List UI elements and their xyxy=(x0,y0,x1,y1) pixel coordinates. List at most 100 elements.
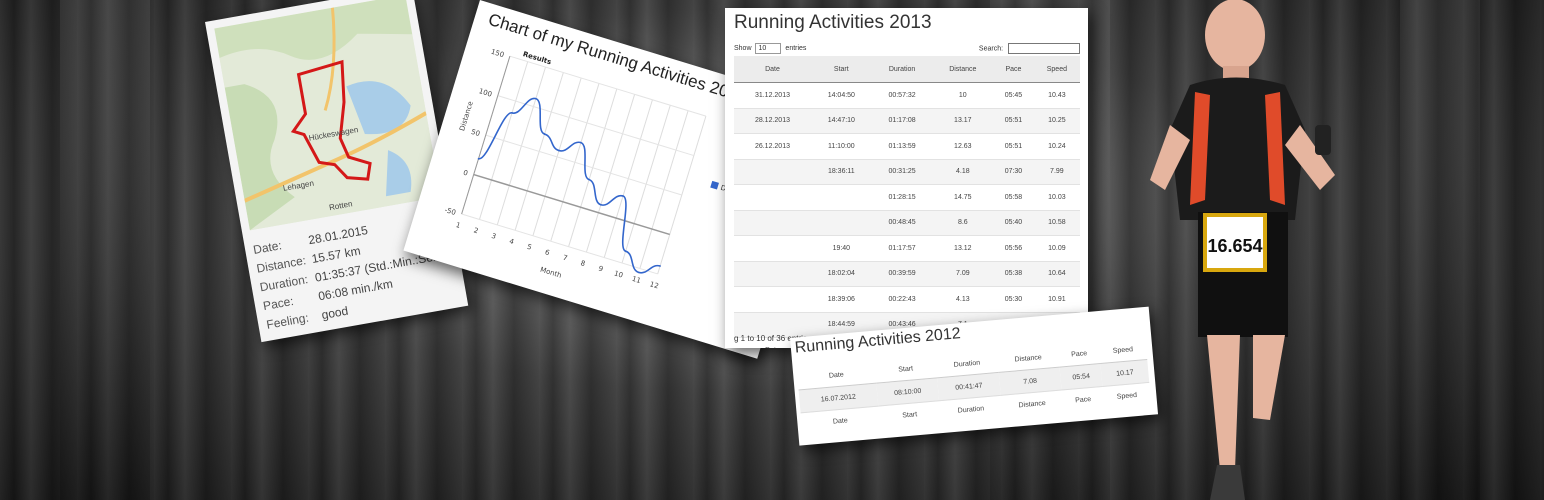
table-cell xyxy=(734,210,811,236)
table-cell: 00:31:25 xyxy=(871,159,933,185)
y-tick-label: 150 xyxy=(490,48,505,60)
search-label: Search: xyxy=(978,45,1004,53)
table-cell: 00:39:59 xyxy=(871,261,933,287)
x-tick-label: 9 xyxy=(597,265,604,274)
table-cell: 05:30 xyxy=(993,286,1034,313)
x-tick-label: 6 xyxy=(544,248,551,257)
column-footer: Distance xyxy=(1000,390,1064,418)
table-cell: 10.09 xyxy=(1033,235,1080,262)
x-tick-label: 1 xyxy=(455,221,462,230)
runner-photo: 16.654 xyxy=(1150,0,1335,500)
table-cell: 8.6 xyxy=(932,210,994,236)
info-value: good xyxy=(320,303,350,322)
table-row[interactable]: 01:28:15 14.75 05:58 10.03 xyxy=(734,184,1080,211)
table-cell: 18:39:06 xyxy=(810,286,872,313)
table-cell xyxy=(734,159,811,185)
table-cell: 01:17:08 xyxy=(871,108,933,134)
column-footer: Pace xyxy=(1061,386,1105,413)
x-tick-label: 7 xyxy=(562,254,569,263)
table-row[interactable]: 19:40 01:17:57 13.12 05:56 10.09 xyxy=(734,235,1080,262)
legend-swatch xyxy=(710,180,719,190)
table-cell: 05:51 xyxy=(993,133,1034,160)
y-tick-label: 50 xyxy=(470,128,481,138)
route-map[interactable]: Hückeswagen Lehagen Rotten xyxy=(214,0,441,231)
table-cell: 05:56 xyxy=(993,235,1034,262)
column-footer: Start xyxy=(878,400,942,429)
table-cell: 01:17:57 xyxy=(871,235,933,262)
table-cell xyxy=(734,184,811,211)
x-tick-label: 12 xyxy=(649,280,660,290)
table-row[interactable]: 18:36:11 00:31:25 4.18 07:30 7.99 xyxy=(734,159,1080,185)
table-cell: 10.25 xyxy=(1033,108,1080,134)
table-cell: 01:13:59 xyxy=(871,133,933,160)
table-cell: 28.12.2013 xyxy=(734,108,811,134)
x-tick-label: 8 xyxy=(580,259,587,268)
background-streak xyxy=(60,0,150,500)
table-cell: 13.12 xyxy=(932,235,994,262)
table-cell: 10.64 xyxy=(1033,261,1080,287)
y-tick-label: 100 xyxy=(478,87,493,99)
x-axis-label: Month xyxy=(539,266,562,280)
x-tick-label: 2 xyxy=(473,226,480,235)
x-tick-label: 4 xyxy=(508,237,515,246)
table-row[interactable]: 28.12.2013 14:47:10 01:17:08 13.17 05:51 10.2… xyxy=(734,108,1080,134)
table-cell xyxy=(734,235,811,262)
entries-select[interactable]: 10 xyxy=(755,43,782,54)
table-cell: 7.09 xyxy=(932,261,994,287)
table-cell: 31.12.2013 xyxy=(734,82,811,109)
table-cell: 10.91 xyxy=(1033,286,1080,313)
table-cell: 7.99 xyxy=(1033,159,1080,185)
background-streak xyxy=(1400,0,1480,500)
table-cell: 13.17 xyxy=(932,108,994,134)
table-row[interactable]: 18:02:04 00:39:59 7.09 05:38 10.64 xyxy=(734,261,1080,287)
column-header[interactable]: Start xyxy=(810,56,872,83)
table-cell: 14.75 xyxy=(932,184,994,211)
table-row[interactable]: 18:39:06 00:22:43 4.13 05:30 10.91 xyxy=(734,286,1080,313)
table-cell: 05:45 xyxy=(993,82,1034,109)
table-cell: 07:30 xyxy=(993,159,1034,185)
table-cell: 14:04:50 xyxy=(810,82,872,109)
table-cell: 05:38 xyxy=(993,261,1034,287)
table-cell: 10.43 xyxy=(1033,82,1080,109)
y-tick-label: 0 xyxy=(462,169,469,178)
column-header[interactable]: Date xyxy=(734,56,811,83)
table-row[interactable]: 26.12.2013 11:10:00 01:13:59 12.63 05:51 10.2… xyxy=(734,133,1080,160)
table-cell: 05:58 xyxy=(993,184,1034,211)
y-tick-label: -50 xyxy=(443,206,456,217)
table-cell xyxy=(810,184,872,211)
table-cell: 18:02:04 xyxy=(810,261,872,287)
table-cell: 10.24 xyxy=(1033,133,1080,160)
table-cell: 10.58 xyxy=(1033,210,1080,236)
table-cell: 00:48:45 xyxy=(871,210,933,236)
column-header[interactable]: Distance xyxy=(932,56,994,83)
table-cell xyxy=(810,210,872,236)
results-label: Results xyxy=(522,50,552,66)
table-cell: 11:10:00 xyxy=(810,133,872,160)
activities-2013-card: Running Activities 2013 Show 10 entries … xyxy=(725,8,1088,348)
table-cell: 4.13 xyxy=(932,286,994,313)
column-header[interactable]: Duration xyxy=(871,56,933,83)
table-cell: 14:47:10 xyxy=(810,108,872,134)
table-title: Running Activities 2013 xyxy=(734,12,932,33)
table-cell: 18:36:11 xyxy=(810,159,872,185)
table-cell: 26.12.2013 xyxy=(734,133,811,160)
entries-length-control: Show 10 entries xyxy=(734,43,806,54)
column-footer: Duration xyxy=(939,395,1003,424)
table-cell xyxy=(734,286,811,313)
table-row[interactable]: 31.12.2013 14:04:50 00:57:32 10 05:45 10.43 xyxy=(734,82,1080,109)
table-cell: 00:22:43 xyxy=(871,286,933,313)
race-bib-number: 16.654 xyxy=(1207,236,1262,256)
table-cell: 05:40 xyxy=(993,210,1034,236)
x-tick-label: 10 xyxy=(613,269,624,279)
table-cell: 10 xyxy=(932,82,994,109)
activities-table: Date Start Duration Distance Pace Speed 31.12… xyxy=(734,56,1080,348)
table-cell: 12.63 xyxy=(932,133,994,160)
x-tick-label: 3 xyxy=(490,232,497,241)
column-header[interactable]: Pace xyxy=(993,56,1034,83)
entries-label: entries xyxy=(785,45,807,52)
search-input[interactable] xyxy=(1008,43,1080,54)
x-tick-label: 11 xyxy=(631,275,642,285)
column-header[interactable]: Speed xyxy=(1033,56,1080,83)
table-cell: 01:28:15 xyxy=(871,184,933,211)
table-row[interactable]: 00:48:45 8.6 05:40 10.58 xyxy=(734,210,1080,236)
